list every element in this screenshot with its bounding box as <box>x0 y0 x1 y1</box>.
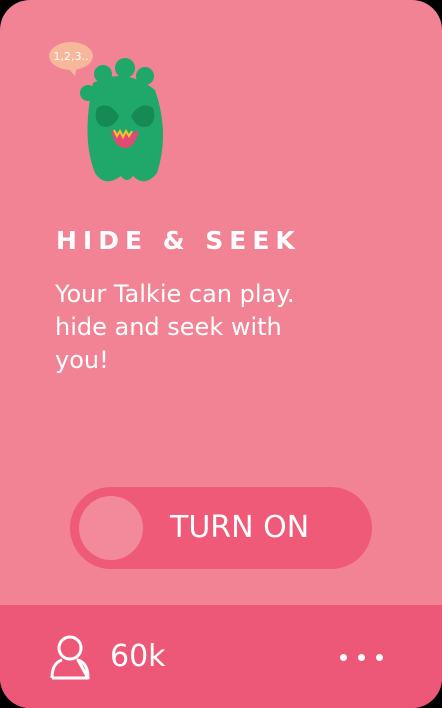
hide-and-seek-card: 1,2,3.. HIDE & SEEK Your Talkie can play… <box>0 0 442 708</box>
toggle-label: TURN ON <box>170 510 310 545</box>
card-footer: 60k <box>0 605 442 708</box>
turn-on-toggle[interactable]: TURN ON <box>70 487 372 569</box>
more-dots-icon[interactable] <box>332 643 392 671</box>
user-icon <box>48 633 92 681</box>
monster-illustration: 1,2,3.. <box>45 38 175 188</box>
toggle-knob[interactable] <box>79 496 143 560</box>
speech-bubble: 1,2,3.. <box>49 42 93 76</box>
speech-bubble-text: 1,2,3.. <box>54 50 89 63</box>
user-count: 60k <box>110 639 166 674</box>
monster-body <box>80 58 164 182</box>
card-description: Your Talkie can play. hide and seek with… <box>55 280 295 374</box>
card-title: HIDE & SEEK <box>56 226 301 255</box>
